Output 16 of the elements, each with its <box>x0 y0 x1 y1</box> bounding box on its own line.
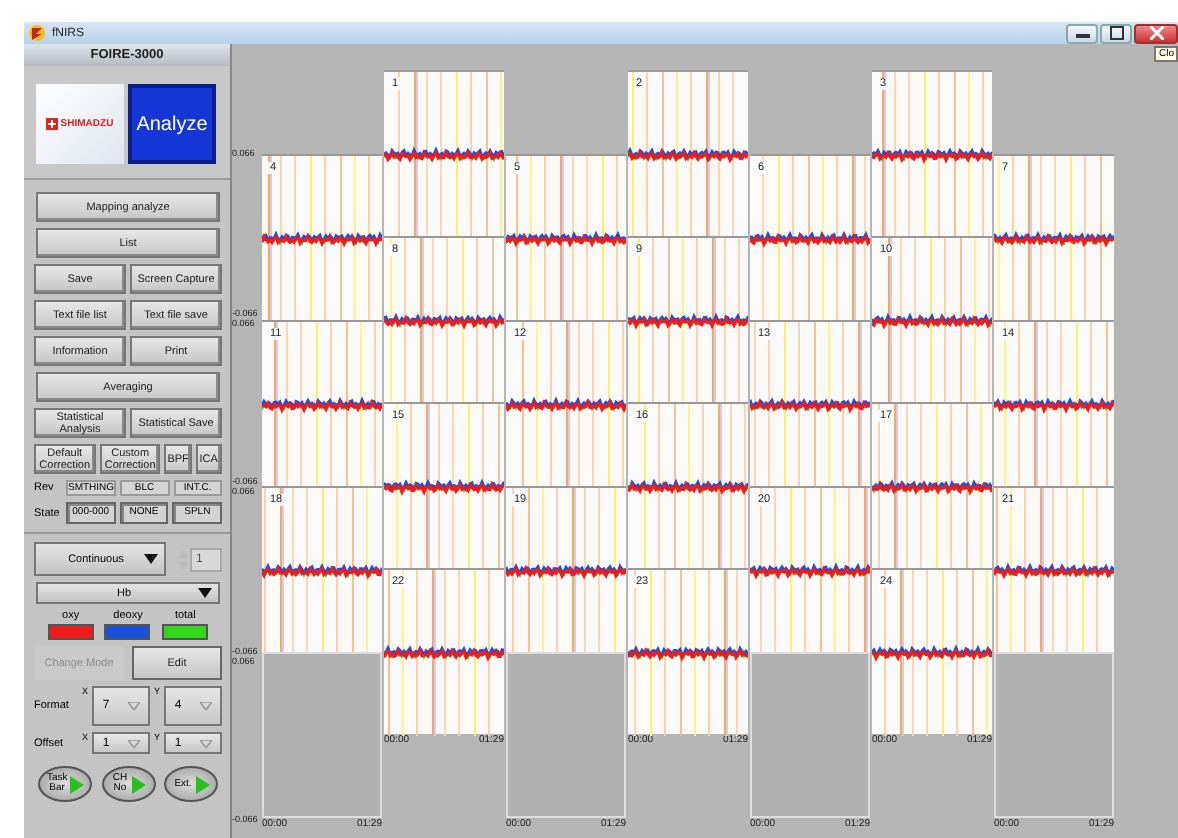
minimize-icon <box>1075 28 1089 38</box>
close-icon <box>1149 26 1163 40</box>
analyze-button[interactable]: Analyze <box>128 84 216 164</box>
close-button[interactable] <box>1134 23 1178 43</box>
maximize-button[interactable] <box>1100 23 1132 43</box>
caret-icon <box>144 554 158 564</box>
app-icon <box>28 24 46 42</box>
spinner-arrows-icon <box>178 549 188 569</box>
logo-mark-icon <box>46 118 59 130</box>
caret-icon <box>199 739 212 747</box>
minimize-button[interactable] <box>1066 23 1098 43</box>
caret-icon <box>199 702 212 710</box>
caret-icon <box>198 588 212 598</box>
caret-icon <box>127 739 140 747</box>
maximize-icon <box>1109 26 1123 40</box>
caret-icon <box>127 702 140 710</box>
